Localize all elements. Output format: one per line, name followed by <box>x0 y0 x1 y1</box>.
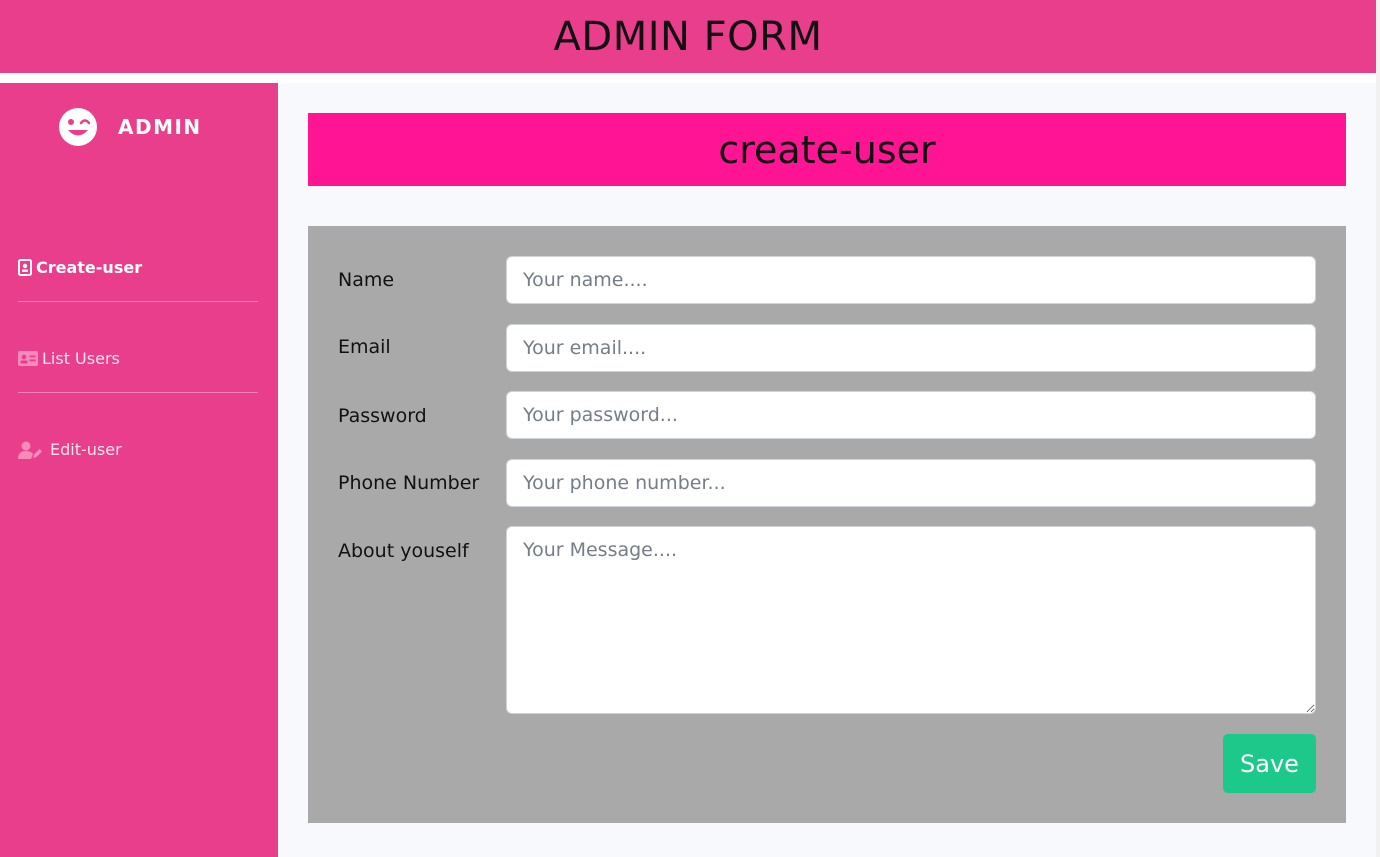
page-title: create-user <box>718 127 936 172</box>
id-badge-icon <box>18 259 32 276</box>
top-header: ADMIN FORM <box>0 0 1376 73</box>
about-textarea[interactable] <box>506 526 1316 714</box>
sidebar-item-label: Edit-user <box>50 440 122 459</box>
save-button[interactable]: Save <box>1223 734 1316 793</box>
sidebar-item-edit-user[interactable]: Edit-user <box>18 440 122 459</box>
sidebar: ADMIN Create-user List Users Edit-user <box>0 83 278 857</box>
email-label: Email <box>338 336 391 358</box>
phone-label: Phone Number <box>338 472 480 494</box>
sidebar-item-label: List Users <box>42 349 120 368</box>
page-banner: create-user <box>308 113 1346 186</box>
main-content: create-user Name Email Password Phone Nu… <box>278 83 1376 857</box>
brand-label: ADMIN <box>118 115 202 139</box>
about-label: About youself <box>338 540 469 562</box>
sidebar-item-create-user[interactable]: Create-user <box>18 258 142 277</box>
sidebar-item-label: Create-user <box>36 258 143 277</box>
sidebar-brand[interactable]: ADMIN <box>58 107 202 147</box>
email-field[interactable] <box>506 324 1316 372</box>
user-edit-icon <box>18 441 42 459</box>
scrollbar-track[interactable] <box>1376 0 1380 857</box>
name-label: Name <box>338 269 395 291</box>
sidebar-item-list-users[interactable]: List Users <box>18 349 120 368</box>
grin-wink-icon <box>59 108 97 146</box>
id-card-icon <box>18 351 38 366</box>
password-label: Password <box>338 405 427 427</box>
password-field[interactable] <box>506 391 1316 439</box>
header-title: ADMIN FORM <box>553 13 823 60</box>
name-field[interactable] <box>506 256 1316 304</box>
create-user-form: Name Email Password Phone Number About y… <box>308 226 1346 823</box>
nav-divider <box>18 301 258 302</box>
nav-divider <box>18 392 258 393</box>
phone-field[interactable] <box>506 459 1316 507</box>
